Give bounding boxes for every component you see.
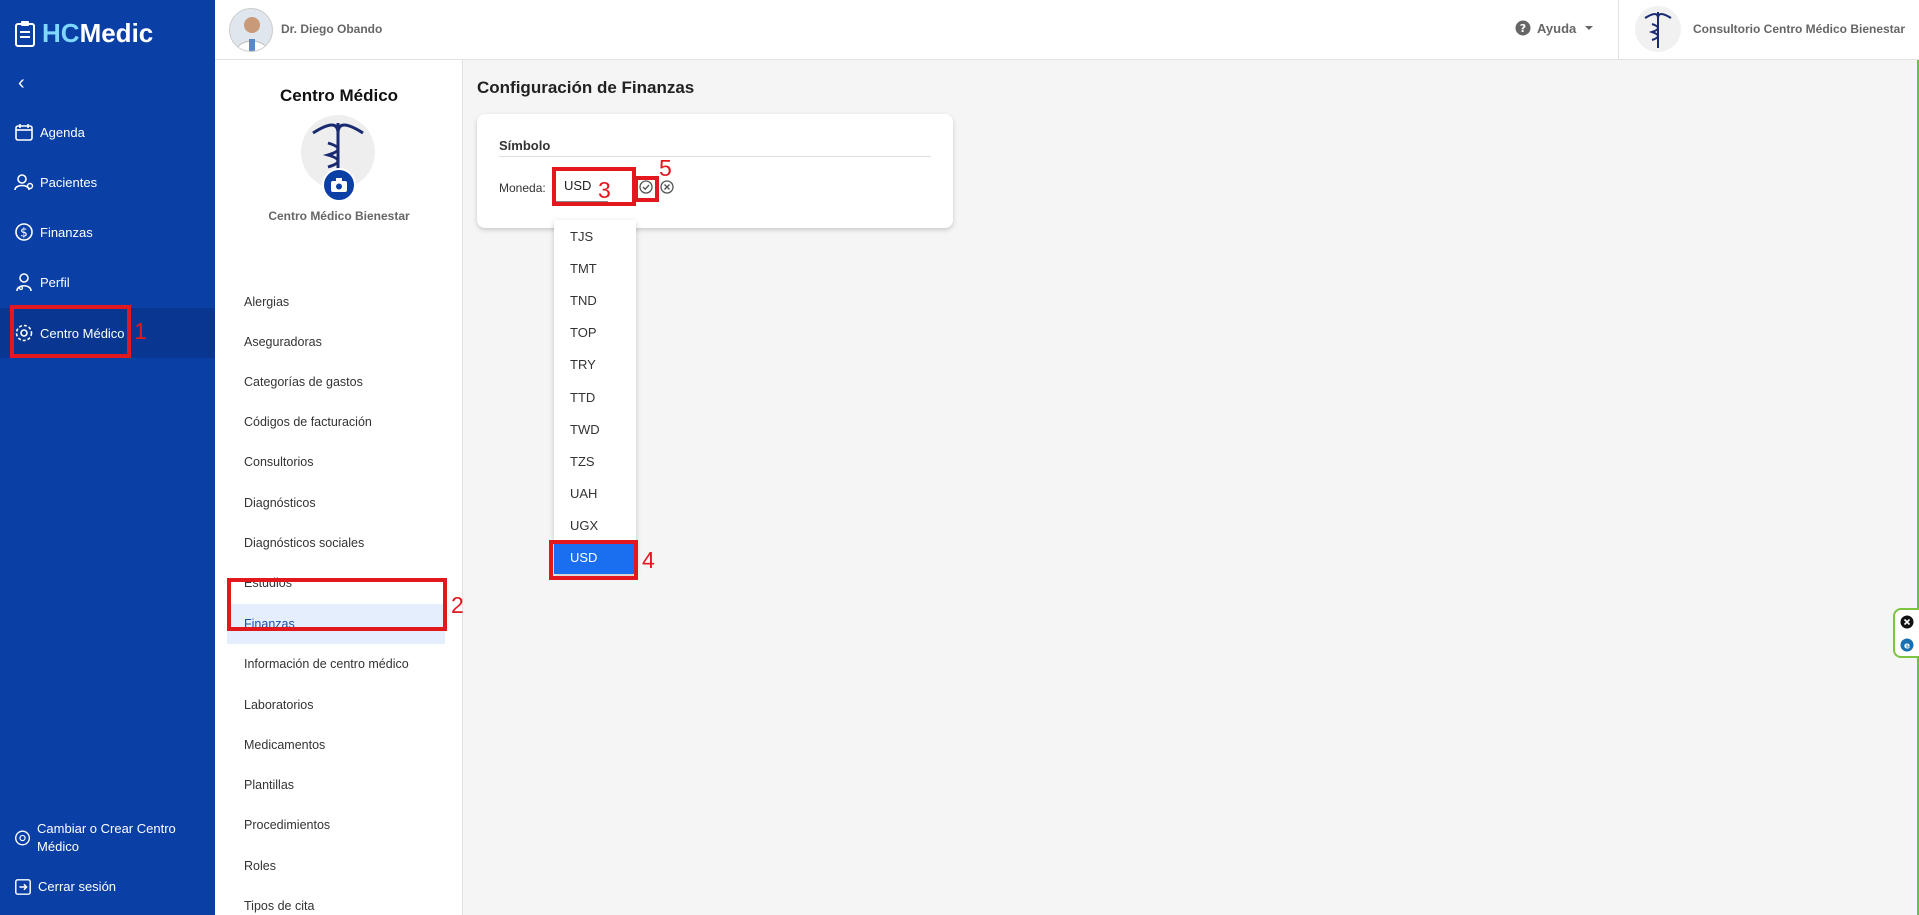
logout-label: Cerrar sesión	[38, 879, 117, 894]
doctor-avatar-icon	[235, 17, 269, 51]
logout-icon	[15, 879, 31, 895]
menu-item-diagnosticos-sociales[interactable]: Diagnósticos sociales	[227, 523, 445, 563]
menu-item-medicamentos[interactable]: Medicamentos	[227, 725, 445, 765]
annotation-box-4	[549, 540, 638, 580]
annotation-box-3	[552, 167, 636, 206]
currency-label: Moneda:	[499, 181, 546, 195]
dropdown-option[interactable]: TTD	[554, 381, 636, 413]
dollar-icon: $	[15, 223, 33, 241]
sidebar-item-label: Agenda	[40, 124, 85, 140]
camera-icon	[331, 178, 347, 192]
menu-item-diagnosticos[interactable]: Diagnósticos	[227, 483, 445, 523]
menu-item-procedimientos[interactable]: Procedimientos	[227, 805, 445, 845]
panel-title: Centro Médico	[279, 86, 399, 105]
annotation-number-1: 1	[134, 318, 147, 344]
finance-settings-card: Símbolo Moneda: USD	[477, 114, 953, 228]
currency-dropdown: TJS TMT TND TOP TRY TTD TWD TZS UAH UGX …	[554, 220, 636, 575]
dropdown-option[interactable]: TJS	[554, 220, 636, 252]
section-divider	[499, 156, 931, 157]
logo-hc: HC	[42, 18, 80, 48]
switch-center-label: Cambiar o Crear Centro Médico	[37, 821, 176, 854]
topbar-divider	[1618, 0, 1619, 60]
sidebar-item-label: Pacientes	[40, 174, 98, 190]
menu-item-alergias[interactable]: Alergias	[227, 282, 445, 322]
menu-item-aseguradoras[interactable]: Aseguradoras	[227, 322, 445, 362]
main-sidebar: HCMedic ‹ Agenda Pacientes $ Finanzas Pe…	[0, 0, 215, 915]
annotation-box-2	[227, 578, 447, 631]
top-bar: Dr. Diego Obando ? Ayuda Consultorio Cen…	[215, 0, 1919, 60]
dropdown-option[interactable]: TWD	[554, 413, 636, 445]
clinic-name-label: Centro Médico Bienestar	[268, 209, 410, 223]
section-label: Símbolo	[499, 138, 551, 153]
sidebar-item-finanzas[interactable]: $ Finanzas	[0, 207, 215, 257]
menu-item-categorias-gastos[interactable]: Categorías de gastos	[227, 362, 445, 402]
sidebar-item-label: Finanzas	[40, 224, 93, 240]
sidebar-item-label: Perfil	[40, 274, 70, 290]
menu-item-tipos-cita[interactable]: Tipos de cita	[227, 886, 445, 915]
sidebar-item-perfil[interactable]: Perfil	[0, 257, 215, 307]
sidebar-item-agenda[interactable]: Agenda	[0, 107, 215, 157]
cancel-x-icon[interactable]	[660, 180, 674, 194]
floating-widget: e	[1893, 608, 1919, 658]
menu-item-roles[interactable]: Roles	[227, 846, 445, 886]
svg-text:$: $	[20, 226, 28, 240]
annotation-number-3: 3	[598, 177, 611, 203]
caduceus-icon	[1644, 12, 1672, 48]
dropdown-option[interactable]: UAH	[554, 478, 636, 510]
dropdown-option[interactable]: TZS	[554, 445, 636, 477]
logout-button[interactable]: Cerrar sesión	[14, 878, 116, 896]
annotation-number-5: 5	[659, 155, 672, 181]
annotation-number-4: 4	[642, 547, 655, 573]
collapse-sidebar-button[interactable]: ‹	[18, 72, 25, 95]
svg-text:e: e	[1904, 641, 1910, 651]
extension-icon[interactable]: e	[1900, 638, 1914, 652]
calendar-icon	[15, 124, 33, 141]
caret-down-icon	[1585, 26, 1594, 30]
change-logo-button[interactable]	[322, 168, 356, 202]
clipboard-icon	[15, 20, 35, 47]
app-logo[interactable]: HCMedic	[14, 18, 153, 49]
svg-text:?: ?	[1520, 22, 1526, 35]
settings-circle-icon	[15, 830, 31, 846]
page-title: Configuración de Finanzas	[477, 78, 695, 97]
menu-item-codigos-facturacion[interactable]: Códigos de facturación	[227, 402, 445, 442]
menu-item-laboratorios[interactable]: Laboratorios	[227, 685, 445, 725]
settings-panel: Centro Médico Centro Médico Bienestar Al…	[215, 60, 463, 915]
annotation-box-5	[634, 176, 659, 202]
menu-item-informacion-centro[interactable]: Información de centro médico	[227, 644, 445, 684]
dropdown-option[interactable]: UGX	[554, 510, 636, 542]
help-menu[interactable]: ? Ayuda	[1515, 20, 1596, 36]
close-widget-icon[interactable]	[1900, 615, 1914, 629]
annotation-number-2: 2	[451, 592, 464, 618]
annotation-box-1	[10, 305, 131, 358]
dropdown-option[interactable]: TOP	[554, 317, 636, 349]
menu-item-plantillas[interactable]: Plantillas	[227, 765, 445, 805]
sidebar-item-pacientes[interactable]: Pacientes	[0, 157, 215, 207]
patients-icon	[14, 174, 34, 191]
dropdown-option[interactable]: TND	[554, 284, 636, 316]
switch-center-button[interactable]: Cambiar o Crear Centro Médico	[14, 820, 194, 856]
dropdown-option[interactable]: TRY	[554, 349, 636, 381]
avatar[interactable]	[229, 8, 273, 52]
clinic-name[interactable]: Consultorio Centro Médico Bienestar	[1693, 22, 1905, 36]
menu-item-consultorios[interactable]: Consultorios	[227, 442, 445, 482]
logo-medic: Medic	[79, 18, 154, 48]
help-icon: ?	[1515, 20, 1531, 36]
help-label: Ayuda	[1537, 20, 1577, 36]
clinic-logo-top[interactable]	[1635, 6, 1681, 52]
dropdown-option[interactable]: TMT	[554, 252, 636, 284]
doctor-icon	[16, 273, 32, 292]
doctor-name[interactable]: Dr. Diego Obando	[281, 22, 382, 36]
